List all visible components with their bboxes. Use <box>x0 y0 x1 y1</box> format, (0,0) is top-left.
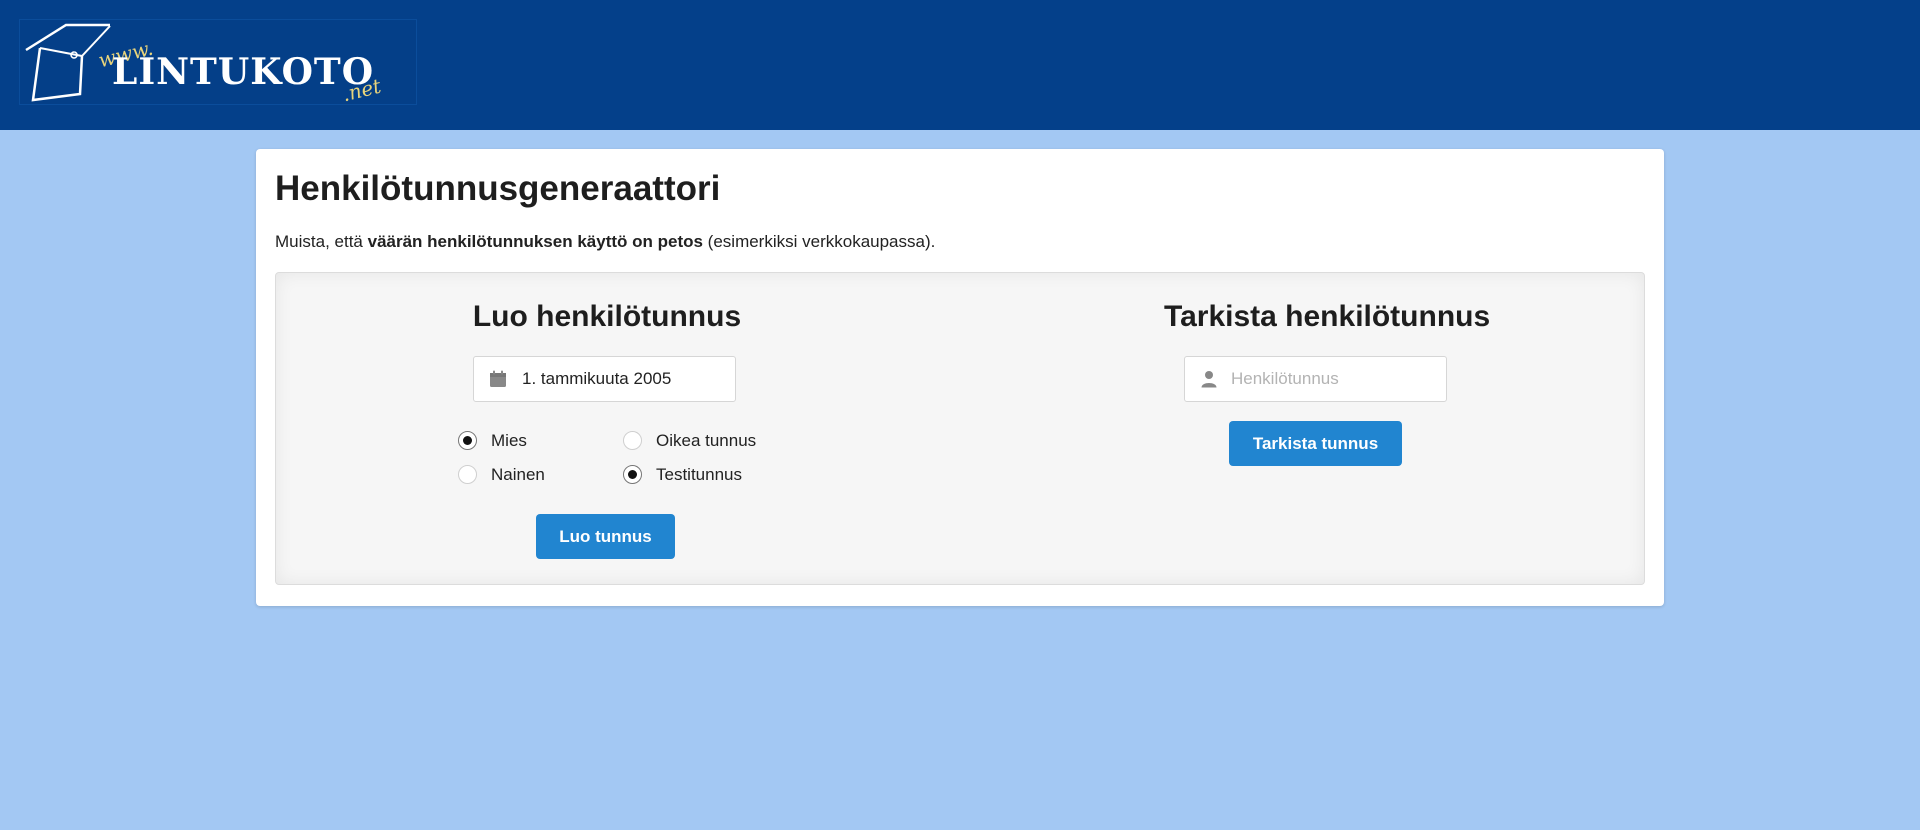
birthdate-picker[interactable]: 1. tammikuuta 2005 <box>473 356 736 402</box>
generate-button[interactable]: Luo tunnus <box>536 514 675 559</box>
top-header: www. LINTUKOTO .net <box>0 0 1920 130</box>
checker-title: Tarkista henkilötunnus <box>1164 300 1491 333</box>
radio-type-real[interactable]: Oikea tunnus <box>623 431 756 450</box>
radio-label: Oikea tunnus <box>656 431 757 450</box>
radio-indicator <box>458 465 477 484</box>
radio-label: Nainen <box>491 465 545 484</box>
radio-indicator <box>623 431 642 450</box>
radio-type-test[interactable]: Testitunnus <box>623 465 742 484</box>
radio-label: Testitunnus <box>656 465 742 484</box>
site-logo[interactable]: www. LINTUKOTO .net <box>19 19 417 106</box>
birthdate-value: 1. tammikuuta 2005 <box>522 369 672 388</box>
notice-text-start: Muista, että <box>275 232 368 251</box>
user-icon <box>1201 371 1217 388</box>
tools-panel: Luo henkilötunnus 1. tammikuuta 2005 Mie… <box>275 272 1645 585</box>
ssn-input-field[interactable] <box>1184 356 1447 402</box>
calendar-icon <box>490 370 506 387</box>
notice-text-end: (esimerkiksi verkkokaupassa). <box>702 232 936 251</box>
radio-label: Mies <box>491 431 527 450</box>
logo-name-text: LINTUKOTO <box>112 51 375 93</box>
radio-indicator-checked <box>623 465 642 484</box>
ssn-input[interactable] <box>1231 357 1431 401</box>
fraud-notice: Muista, että väärän henkilötunnuksen käy… <box>275 231 935 253</box>
radio-gender-female[interactable]: Nainen <box>458 465 545 484</box>
radio-gender-male[interactable]: Mies <box>458 431 527 450</box>
notice-text-bold: väärän henkilötunnuksen käyttö on petos <box>367 232 703 251</box>
main-card: Henkilötunnusgeneraattori Muista, että v… <box>256 149 1664 606</box>
generator-title: Luo henkilötunnus <box>472 300 742 333</box>
page-title: Henkilötunnusgeneraattori <box>275 169 721 208</box>
radio-indicator-checked <box>458 431 477 450</box>
check-button[interactable]: Tarkista tunnus <box>1229 421 1402 466</box>
